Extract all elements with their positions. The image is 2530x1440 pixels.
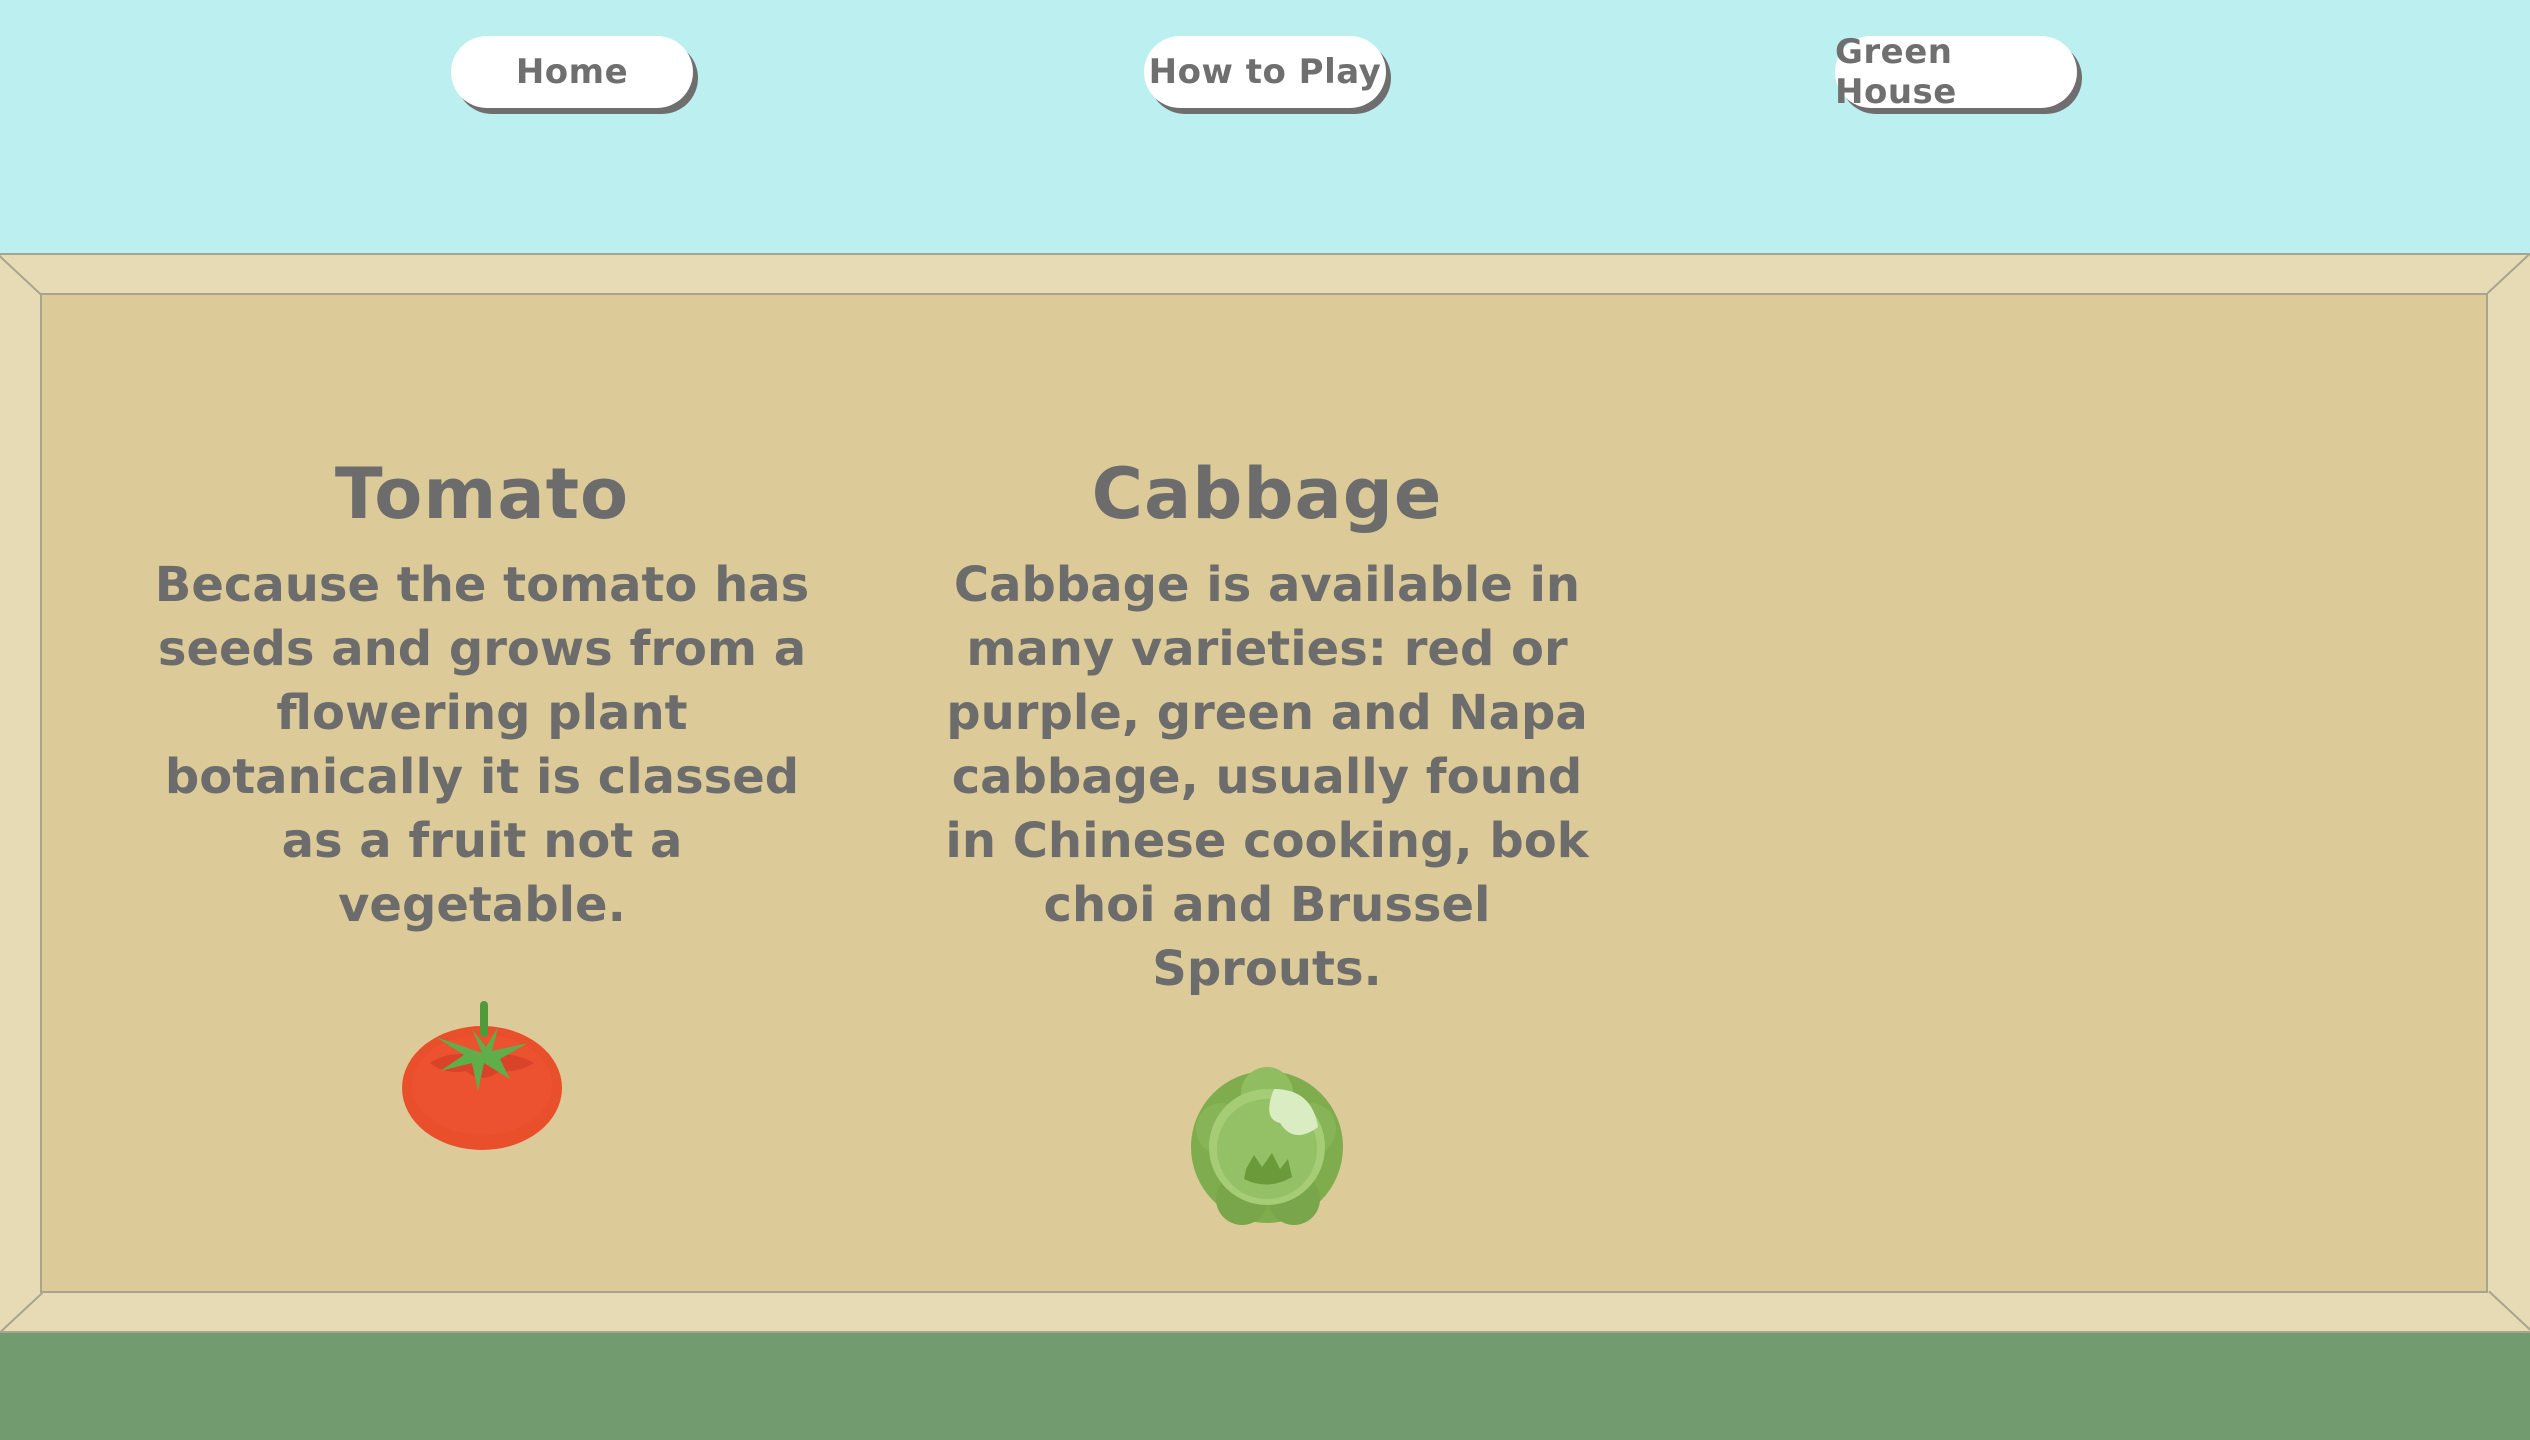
card-title: Cabbage (1091, 453, 1443, 535)
frame-corner (2486, 253, 2530, 294)
tomato-icon (402, 1001, 562, 1150)
card-tomato: Tomato Because the tomato has seeds and … (132, 453, 832, 1153)
card-description: Cabbage is available in many varieties: … (945, 557, 1589, 997)
frame-corner (2488, 1290, 2530, 1331)
how-to-play-button[interactable]: How to Play (1144, 36, 1386, 108)
home-button[interactable]: Home (451, 36, 693, 108)
frame-corner (0, 1292, 44, 1333)
card-cabbage: Cabbage Cabbage is available in many var… (917, 453, 1617, 1229)
green-house-button[interactable]: Green House (1835, 32, 2077, 112)
cabbage-icon (1191, 1067, 1343, 1225)
frame-corner (0, 255, 42, 296)
board-frame: Tomato Because the tomato has seeds and … (0, 253, 2530, 1333)
info-board: Tomato Because the tomato has seeds and … (40, 293, 2488, 1293)
grass-ground (0, 1333, 2530, 1440)
card-title: Tomato (334, 453, 630, 535)
card-description: Because the tomato has seeds and grows f… (154, 557, 810, 933)
sky-header: Home How to Play Green House (0, 0, 2530, 253)
